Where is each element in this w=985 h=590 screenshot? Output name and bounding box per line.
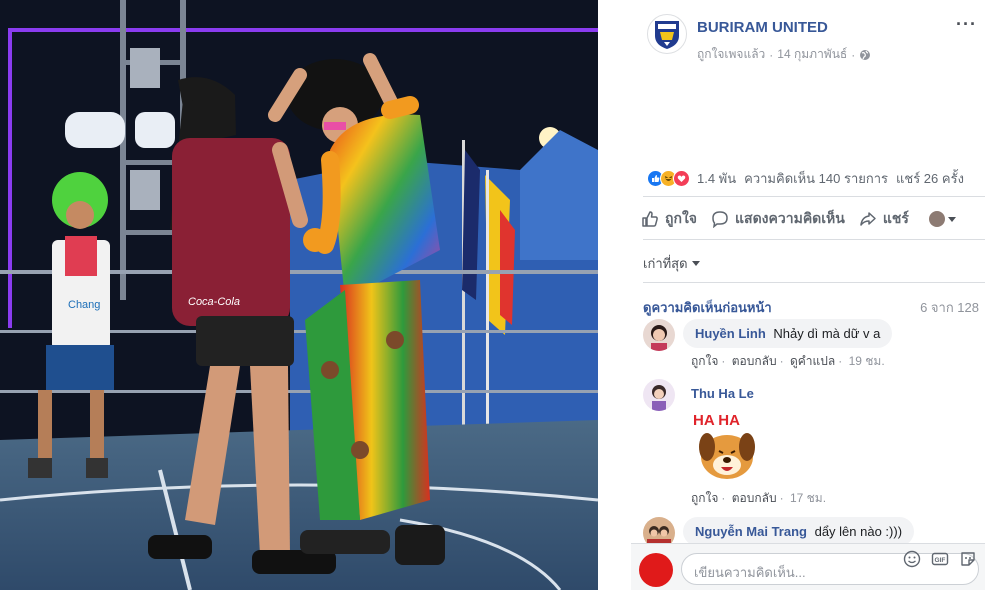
page-name-link[interactable]: BURIRAM UNITED [697,19,828,36]
comment-translate-link[interactable]: ดูคำแปล [790,354,835,368]
commenter-avatar[interactable] [643,319,675,351]
comment-author-link[interactable]: Thu Ha Le [691,386,754,401]
comment-like-link[interactable]: ถูกใจ [691,491,718,505]
view-previous-comments-link[interactable]: ดูความคิดเห็นก่อนหน้า [643,297,772,318]
emoji-icon[interactable] [903,550,921,568]
comment-item: Huyền Linh Nhảy dì mà dữ v a ถูกใจ · ตอบก… [643,319,979,371]
sort-chevron-icon [691,261,700,266]
share-arrow-icon [860,212,876,226]
page-avatar[interactable] [647,14,687,54]
facebook-photo-viewer: Chang Coca-Cola BURIRAM UNITED ถูกใจเพจแ… [0,0,985,590]
reaction-count[interactable]: 1.4 พัน [697,168,736,189]
post-photo[interactable]: Chang Coca-Cola [0,0,598,590]
divider-3 [643,282,985,283]
comment-reply-link[interactable]: ตอบกลับ [732,491,777,505]
sticker-text: HA HA [693,412,740,429]
share-count[interactable]: แชร์ 26 ครั้ง [896,168,964,189]
haha-dog-sticker[interactable]: HA HA [689,405,769,483]
post-actions-bar: ถูกใจ แสดงความคิดเห็น แชร์ [641,205,981,233]
comment-time[interactable]: 19 ชม. [849,354,885,368]
comment-actions: ถูกใจ · ตอบกลับ · 17 ชม. [691,491,827,505]
comment-count-indicator: 6 จาก 128 [920,300,979,315]
audience-selector[interactable] [928,211,956,227]
comment-sort-dropdown[interactable]: เก่าที่สุด [643,253,700,274]
previous-comments-row: ดูความคิดเห็นก่อนหน้า 6 จาก 128 [643,297,979,318]
comment-bubble-icon [712,211,728,228]
comment-author-link[interactable]: Huyền Linh [695,326,766,341]
commenter-avatar[interactable] [643,379,675,411]
comment-text: dẩy lên nào :))) [814,524,903,539]
comment-bubble: Nguyễn Mai Trang dẩy lên nào :))) [683,517,915,546]
post-date[interactable]: 14 กุมภาพันธ์ [777,45,847,64]
comment-item: Nguyễn Mai Trang dẩy lên nào :))) [643,517,979,549]
like-label: ถูกใจ [665,210,697,226]
sort-label: เก่าที่สุด [643,256,688,271]
reaction-summary[interactable]: 1.4 พัน ความคิดเห็น 140 รายการ แชร์ 26 ค… [647,168,977,188]
gif-icon[interactable]: GIF [931,550,949,568]
comment-count[interactable]: ความคิดเห็น 140 รายการ [744,168,888,189]
bib-text: Chang [68,299,100,311]
my-avatar[interactable] [639,553,673,587]
comment-reply-link[interactable]: ตอบกลับ [732,354,777,368]
shirt-text: Coca-Cola [188,296,240,308]
comment-text: Nhảy dì mà dữ v a [773,326,881,341]
comment-composer: เขียนความคิดเห็น... GIF [631,543,985,590]
divider [643,196,985,197]
comment-like-link[interactable]: ถูกใจ [691,354,718,368]
gif-label: GIF [935,557,946,564]
love-reaction-icon [673,169,690,187]
divider-2 [643,239,985,240]
thumbs-up-icon [642,211,658,227]
liked-status[interactable]: ถูกใจเพจแล้ว [697,45,765,64]
comment-actions: ถูกใจ · ตอบกลับ · ดูคำแปล · 19 ชม. [691,354,885,368]
meta-separator-2: · [851,47,856,62]
comment-bubble: Thu Ha Le [683,379,770,408]
meta-separator: · [769,47,774,62]
share-label: แชร์ [882,210,909,226]
post-side-panel: BURIRAM UNITED ถูกใจเพจแล้ว · 14 กุมภาพั… [631,0,985,590]
photo-scene: Chang Coca-Cola [0,0,598,590]
profile-mini-avatar [928,211,945,227]
comment-label: แสดงความคิดเห็น [735,210,845,226]
post-meta: ถูกใจเพจแล้ว · 14 กุมภาพันธ์ · [697,45,871,64]
globe-icon [860,49,871,60]
comment-bubble: Huyền Linh Nhảy dì mà dữ v a [683,319,893,348]
chevron-down-icon [947,216,956,222]
sticker-icon[interactable] [959,550,977,568]
more-options-button[interactable]: ··· [956,14,977,35]
comment-author-link[interactable]: Nguyễn Mai Trang [695,524,807,539]
comment-item: Thu Ha Le HA HA ถูกใจ · ตอบกลับ · 17 ชม. [643,379,979,509]
comment-input-placeholder: เขียนความคิดเห็น... [694,565,806,580]
comment-button[interactable]: แสดงความคิดเห็น [711,208,845,230]
composer-tools: GIF [903,550,977,568]
post-header: BURIRAM UNITED ถูกใจเพจแล้ว · 14 กุมภาพั… [647,14,977,64]
share-button[interactable]: แชร์ [859,208,909,230]
like-button[interactable]: ถูกใจ [641,208,697,230]
buriram-crest-icon [655,21,679,49]
comment-time[interactable]: 17 ชม. [790,491,826,505]
dog-sticker-icon: HA HA [693,412,755,479]
